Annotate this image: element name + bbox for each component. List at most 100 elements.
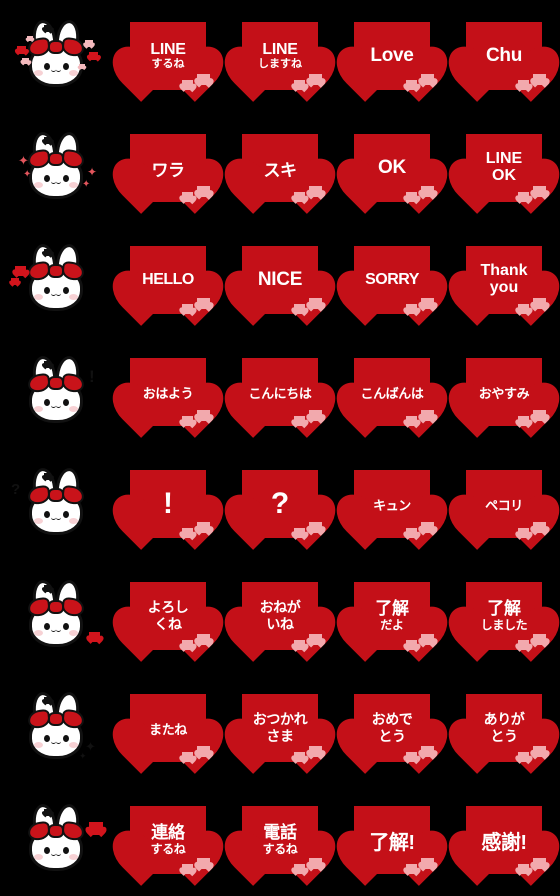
sticker-pekori[interactable]: ペコリ: [466, 470, 546, 538]
sticker-konbanwa[interactable]: こんばんは: [354, 358, 434, 426]
sticker-cell[interactable]: こんばんは: [336, 336, 448, 448]
sticker-yoroshikune[interactable]: よろし くね: [130, 582, 210, 650]
bunny-blush-right: [69, 518, 78, 524]
sticker-cell[interactable]: おめで とう: [336, 672, 448, 784]
bunny-eye-right: [63, 287, 69, 294]
sticker-cell[interactable]: 了解!: [336, 784, 448, 896]
mini-hearts: [294, 74, 328, 94]
bow-lobe-right: [61, 36, 85, 58]
sticker-cell[interactable]: HELLO: [112, 224, 224, 336]
sticker-konnichiwa[interactable]: こんにちは: [242, 358, 322, 426]
decoration-sparkle: ✦: [82, 179, 91, 190]
sticker-cell[interactable]: ?: [224, 448, 336, 560]
mini-heart-small: [406, 640, 417, 650]
bunny-blush-right: [69, 854, 78, 860]
bunny-mouth: [51, 179, 61, 184]
bow-center-heart: [44, 697, 51, 704]
sticker-cell[interactable]: おつかれ さま: [224, 672, 336, 784]
decoration-heart: [79, 64, 85, 69]
sticker-wara[interactable]: ワラ: [130, 134, 210, 202]
mini-heart-large: [533, 298, 546, 309]
mini-heart-large: [197, 858, 210, 869]
sticker-love[interactable]: Love: [354, 22, 434, 90]
mini-heart-large: [197, 746, 210, 757]
sticker-chu[interactable]: Chu: [466, 22, 546, 90]
sticker-cell[interactable]: LINE するね: [112, 0, 224, 112]
decoration-heart: [27, 36, 33, 41]
sticker-cell[interactable]: LINE しますね: [224, 0, 336, 112]
sticker-ryoukai-dayo[interactable]: 了解 だよ: [354, 582, 434, 650]
sticker-thank-you[interactable]: Thank you: [466, 246, 546, 314]
bow-lobe-right: [61, 596, 85, 618]
sticker-cell[interactable]: おねが いね: [224, 560, 336, 672]
sticker-ryoukai[interactable]: 了解!: [354, 806, 434, 874]
mini-heart-small: [294, 640, 305, 650]
mini-heart-large: [309, 186, 322, 197]
sticker-suki[interactable]: スキ: [242, 134, 322, 202]
bow-knot: [48, 712, 64, 726]
sticker-oyasumi[interactable]: おやすみ: [466, 358, 546, 426]
sticker-kansha[interactable]: 感謝!: [466, 806, 546, 874]
mini-heart-large: [197, 186, 210, 197]
sticker-cell[interactable]: こんにちは: [224, 336, 336, 448]
sticker-cell[interactable]: おはよう: [112, 336, 224, 448]
sticker-hello[interactable]: HELLO: [130, 246, 210, 314]
sticker-denwa-suruyone[interactable]: 電話 するね: [242, 806, 322, 874]
character-cell-row7: ✦ ✦: [0, 672, 112, 784]
sticker-line-suruyone[interactable]: LINE するね: [130, 22, 210, 90]
sticker-cell[interactable]: Chu: [448, 0, 560, 112]
sticker-arigatou[interactable]: ありが とう: [466, 694, 546, 762]
bunny-mouth: [51, 291, 61, 296]
sticker-question-mark[interactable]: ?: [242, 470, 322, 538]
mini-heart-large: [421, 298, 434, 309]
mini-heart-small: [182, 416, 193, 426]
sticker-ok[interactable]: OK: [354, 134, 434, 202]
bow-knot: [48, 40, 64, 54]
bunny-two-hearts: [11, 242, 93, 316]
bunny-dark-sparkles: ✦ ✦: [19, 690, 96, 764]
sticker-cell[interactable]: !: [112, 448, 224, 560]
sticker-ohayou[interactable]: おはよう: [130, 358, 210, 426]
sticker-renraku-suruyone[interactable]: 連絡 するね: [130, 806, 210, 874]
sticker-cell[interactable]: ワラ: [112, 112, 224, 224]
sticker-cell[interactable]: LINE OK: [448, 112, 560, 224]
mini-heart-small: [518, 752, 529, 762]
sticker-cell[interactable]: NICE: [224, 224, 336, 336]
character-cell-row8: [0, 784, 112, 896]
bunny-blush-left: [34, 294, 43, 300]
sticker-onegai-ine[interactable]: おねが いね: [242, 582, 322, 650]
sticker-exclamation-mark[interactable]: !: [130, 470, 210, 538]
sticker-cell[interactable]: よろし くね: [112, 560, 224, 672]
decoration-sparkle: ✦: [23, 169, 32, 180]
sticker-line-ok[interactable]: LINE OK: [466, 134, 546, 202]
decoration-heart: [89, 52, 98, 60]
character-cell-row4: !: [0, 336, 112, 448]
sticker-cell[interactable]: おやすみ: [448, 336, 560, 448]
sticker-matane[interactable]: またね: [130, 694, 210, 762]
sticker-cell[interactable]: スキ: [224, 112, 336, 224]
sticker-nice[interactable]: NICE: [242, 246, 322, 314]
sticker-cell[interactable]: またね: [112, 672, 224, 784]
sticker-ryoukai-shimashita[interactable]: 了解 しました: [466, 582, 546, 650]
sticker-cell[interactable]: Thank you: [448, 224, 560, 336]
sticker-cell[interactable]: Love: [336, 0, 448, 112]
sticker-cell[interactable]: ペコリ: [448, 448, 560, 560]
sticker-omedetou[interactable]: おめで とう: [354, 694, 434, 762]
sticker-cell[interactable]: OK: [336, 112, 448, 224]
sticker-cell[interactable]: 了解 だよ: [336, 560, 448, 672]
sticker-kyun[interactable]: キュン: [354, 470, 434, 538]
sticker-otsukaresama[interactable]: おつかれ さま: [242, 694, 322, 762]
sticker-cell[interactable]: SORRY: [336, 224, 448, 336]
mini-heart-large: [533, 858, 546, 869]
sticker-line-shimasune[interactable]: LINE しますね: [242, 22, 322, 90]
sticker-sorry[interactable]: SORRY: [354, 246, 434, 314]
mini-heart-small: [518, 864, 529, 874]
sticker-cell[interactable]: 感謝!: [448, 784, 560, 896]
sticker-cell[interactable]: 了解 しました: [448, 560, 560, 672]
mini-heart-large: [309, 74, 322, 85]
sticker-cell[interactable]: 電話 するね: [224, 784, 336, 896]
sticker-cell[interactable]: ありが とう: [448, 672, 560, 784]
sticker-cell[interactable]: 連絡 するね: [112, 784, 224, 896]
decoration-heart: [17, 46, 26, 54]
sticker-cell[interactable]: キュン: [336, 448, 448, 560]
